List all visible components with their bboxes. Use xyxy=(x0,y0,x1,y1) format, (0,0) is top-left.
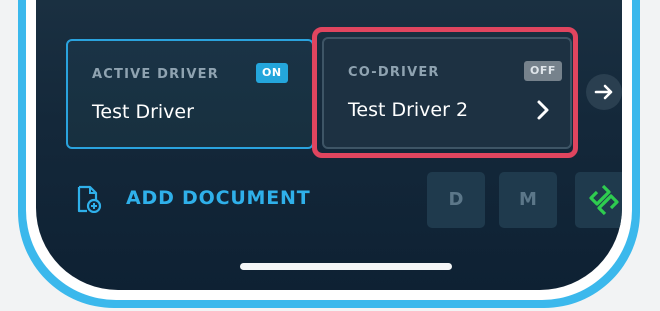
arrow-right-icon xyxy=(594,84,613,100)
add-document-label: ADD DOCUMENT xyxy=(126,187,311,209)
document-add-icon xyxy=(77,185,102,213)
active-driver-status-badge: ON xyxy=(256,63,288,83)
active-driver-title: ACTIVE DRIVER xyxy=(92,67,219,82)
active-driver-card[interactable]: ACTIVE DRIVER ON Test Driver xyxy=(66,39,314,149)
link-icon xyxy=(589,184,619,216)
co-driver-highlight xyxy=(312,27,578,158)
home-indicator xyxy=(240,263,452,270)
d-button[interactable]: D xyxy=(427,172,485,228)
active-driver-name: Test Driver xyxy=(92,101,194,123)
link-button[interactable] xyxy=(575,172,622,228)
m-button[interactable]: M xyxy=(499,172,557,228)
next-driver-button[interactable] xyxy=(586,74,622,110)
